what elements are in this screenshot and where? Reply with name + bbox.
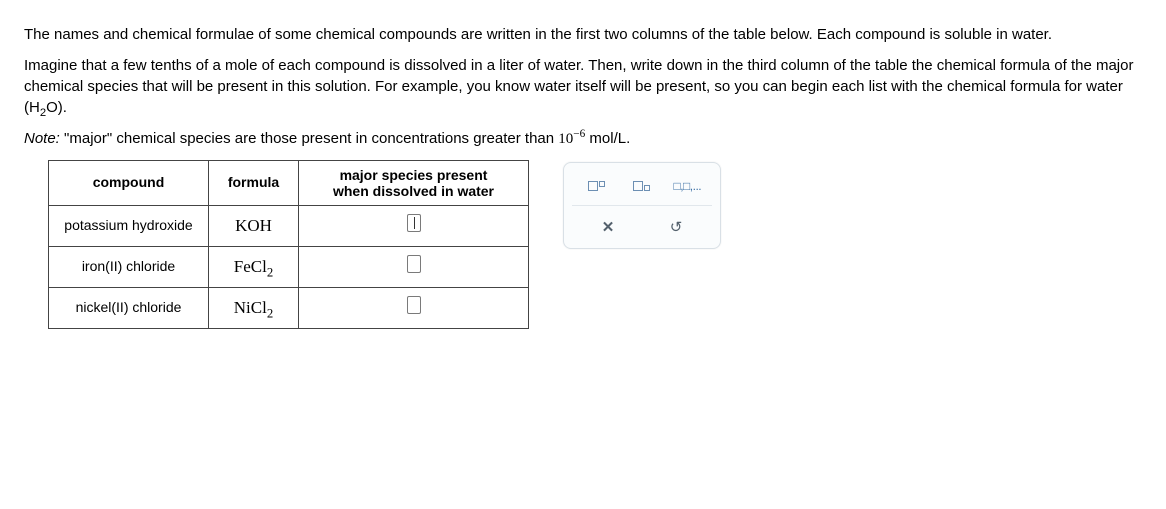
species-input-cell[interactable]: [299, 288, 529, 329]
note-exponent: −6: [573, 128, 585, 140]
note-text-a: "major" chemical species are those prese…: [60, 130, 558, 147]
list-button[interactable]: □,□,...: [668, 173, 706, 199]
header-formula: formula: [209, 161, 299, 206]
compound-formula-cell: NiCl2: [209, 288, 299, 329]
instruction-p2-text-b: O).: [46, 99, 67, 116]
tool-palette: □,□,... ✕ ↺: [563, 162, 721, 249]
note-line: Note: "major" chemical species are those…: [24, 128, 1142, 150]
superscript-icon: [588, 181, 605, 191]
compound-name-cell: nickel(II) chloride: [49, 288, 209, 329]
header-species-line2: when dissolved in water: [333, 183, 494, 199]
reset-button[interactable]: ↺: [657, 214, 695, 240]
instruction-paragraph-2: Imagine that a few tenths of a mole of e…: [24, 55, 1142, 118]
formula-sub: 2: [267, 266, 273, 280]
species-input-cell[interactable]: [299, 247, 529, 288]
species-input-field[interactable]: [407, 296, 421, 314]
instructions-block: The names and chemical formulae of some …: [24, 24, 1142, 150]
table-row: potassium hydroxide KOH: [49, 206, 529, 247]
compound-formula-cell: FeCl2: [209, 247, 299, 288]
close-icon: ✕: [602, 217, 615, 238]
instruction-p2-text: Imagine that a few tenths of a mole of e…: [24, 57, 1133, 116]
reset-icon: ↺: [670, 217, 683, 238]
compound-name-cell: iron(II) chloride: [49, 247, 209, 288]
superscript-button[interactable]: [578, 173, 616, 199]
subscript-button[interactable]: [623, 173, 661, 199]
formula-text: KOH: [235, 216, 272, 235]
compound-name-cell: potassium hydroxide: [49, 206, 209, 247]
note-base: 10: [558, 131, 573, 147]
header-compound: compound: [49, 161, 209, 206]
species-input-field[interactable]: [407, 214, 421, 232]
formula-sub: 2: [267, 307, 273, 321]
compounds-table: compound formula major species present w…: [48, 160, 529, 329]
list-icon: □,□,...: [673, 178, 701, 195]
table-row: nickel(II) chloride NiCl2: [49, 288, 529, 329]
formula-text: FeCl: [234, 257, 267, 276]
subscript-icon: [633, 181, 650, 191]
note-label: Note:: [24, 130, 60, 147]
species-input-field[interactable]: [407, 255, 421, 273]
header-species-line1: major species present: [340, 167, 488, 183]
formula-text: NiCl: [234, 298, 267, 317]
note-text-b: mol/L.: [585, 130, 630, 147]
table-row: iron(II) chloride FeCl2: [49, 247, 529, 288]
species-input-cell[interactable]: [299, 206, 529, 247]
clear-button[interactable]: ✕: [589, 214, 627, 240]
instruction-paragraph-1: The names and chemical formulae of some …: [24, 24, 1142, 45]
header-species: major species present when dissolved in …: [299, 161, 529, 206]
palette-separator: [572, 205, 712, 206]
compound-formula-cell: KOH: [209, 206, 299, 247]
